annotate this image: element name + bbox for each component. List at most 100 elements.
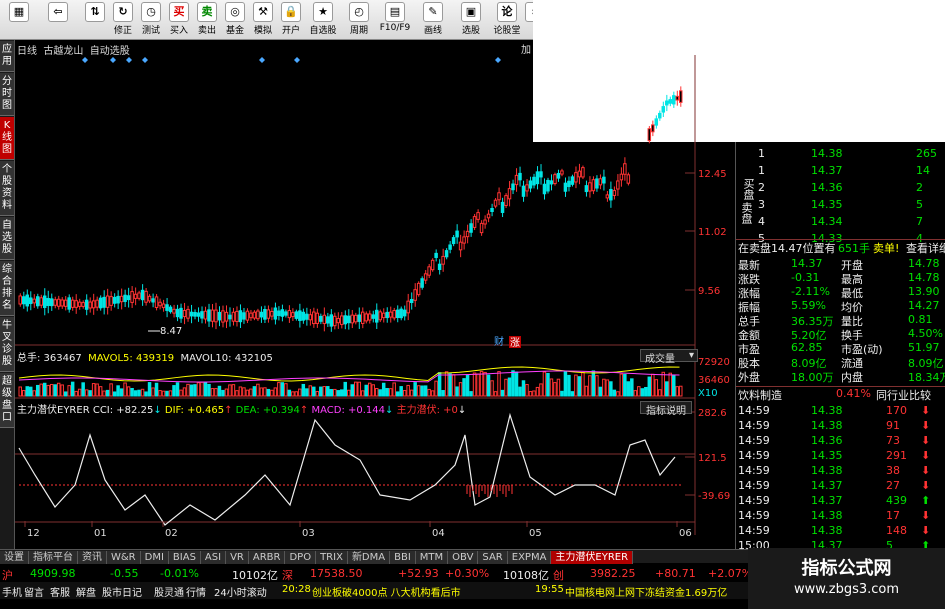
indicator-tab-15[interactable]: SAR [478,551,508,564]
sidebar-tab-5[interactable]: 综合排名 [0,261,14,316]
toolbar-button-13[interactable]: ✎ 画线 [416,2,450,38]
volume-bar [322,386,327,397]
toolbar-button-1[interactable]: ⇦ [45,2,71,38]
price-tick-label: 9.56 [698,286,720,297]
status-item-2[interactable]: 客服 [50,584,70,599]
volume-bar [388,388,393,397]
k-line-chart[interactable]: 12.45 11.02 9.56 8.47 财 涨 72920 36460 X10 282.6 12… [15,55,735,549]
candle-body [238,310,243,323]
indicator-help-button[interactable]: 指标说明 [640,401,692,417]
toolbar-button-3[interactable]: ↻ 修正 [110,2,136,38]
sidebar-tab-1[interactable]: 分时图 [0,73,14,116]
indicator-tab-5[interactable]: BIAS [168,551,201,564]
event-marker-icon[interactable] [126,57,132,63]
indicator-name: 主力潜伏EYRER [17,405,90,416]
toolbar-button-10[interactable]: ★ 自选股 [306,2,340,38]
candle-body [140,289,145,301]
ask-price: 14.38 [811,147,843,160]
indicator-tab-4[interactable]: DMI [140,551,169,564]
sell-order-link[interactable]: 卖单! [873,240,899,256]
volume-bar [294,391,299,397]
sidebar-tab-0[interactable]: 应用 [0,41,14,72]
toolbar-button-5[interactable]: 买买入 [166,2,192,38]
indicator-tab-2[interactable]: 资讯 [78,551,107,564]
volume-bar [228,384,232,397]
indicator-tab-8[interactable]: ARBR [248,551,286,564]
status-item-0[interactable]: 手机 [2,584,22,599]
volume-bar [130,387,134,397]
toolbar-button-4[interactable]: ◷ 测试 [138,2,164,38]
indicator-tab-17[interactable]: 主力潜伏EYRER [551,551,634,564]
indicator-tab-13[interactable]: MTM [415,551,449,564]
event-marker-icon[interactable] [110,57,116,63]
event-marker-icon[interactable] [259,57,265,63]
volume-bar [200,381,204,397]
status-item-1[interactable]: 留言 [24,584,44,599]
volume-bar [109,383,113,397]
toolbar-button-8[interactable]: ⚒ 模拟 [250,2,276,38]
stat-value: 14.78 [908,257,940,270]
add-button[interactable]: 加 [521,41,533,56]
indicator-tab-10[interactable]: TRIX [316,551,348,564]
toolbar-button-11[interactable]: ◴ 周期 [342,2,376,38]
candle-body [333,315,337,327]
sidebar-tab-2[interactable]: K线图 [0,117,14,160]
news1-headline[interactable]: 创业板破4000点 八大机构看后市 [312,584,461,599]
toolbar-button-6[interactable]: 卖卖出 [194,2,220,38]
indicator-tab-11[interactable]: 新DMA [347,551,391,564]
volume-bar [469,391,473,397]
candle-body [287,310,292,319]
toolbar-button-14[interactable]: ▣ 选股 [454,2,488,38]
event-marker-icon[interactable] [82,57,88,63]
status-item-3[interactable]: 解盘 [76,584,96,599]
status-item-4[interactable]: 股市日记 [102,584,142,599]
indicator-tab-1[interactable]: 指标平台 [29,551,78,564]
price-tick-label: 11.02 [698,227,727,238]
volume-indicator-dropdown[interactable]: 成交量 ▾ [640,349,698,365]
volume-bar [119,388,124,397]
sidebar-tab-7[interactable]: 超级盘口 [0,373,14,428]
sidebar-tab-3[interactable]: 个股资料 [0,161,14,216]
indicator-tab-16[interactable]: EXPMA [507,551,552,564]
sidebar-tab-4[interactable]: 自选股 [0,217,14,260]
volume-bar [535,386,540,397]
toolbar-button-9[interactable]: 🔒 开户 [278,2,304,38]
news2-headline[interactable]: 中国核电网上网下冻结资金1.69万亿 [565,584,727,599]
indicator-tab-9[interactable]: DPO [285,551,317,564]
status-item-7[interactable]: 24小时滚动 [214,584,267,599]
toolbar-button-2[interactable]: ⇅ [82,2,108,38]
toolbar-button-7[interactable]: ◎ 基金 [222,2,248,38]
indicator-tab-6[interactable]: ASI [200,551,227,564]
volume-bar [186,383,190,397]
volume-bar [493,391,498,397]
volume-bar [395,391,400,397]
event-marker-icon[interactable] [142,57,148,63]
toolbar-button-0[interactable]: ▦ [6,2,32,38]
candle-body [427,266,431,276]
status-item-5[interactable]: 股灵通 [154,584,184,599]
event-marker-icon[interactable] [495,57,501,63]
toolbar-button-12[interactable]: ▤ F10/F9 [378,2,412,38]
indicator-tab-0[interactable]: 设置 [0,551,29,564]
candle-body [214,309,218,323]
candle-body [32,298,36,304]
candle-body [416,282,421,296]
clock-icon: ◷ [141,2,161,22]
status-item-6[interactable]: 行情 [186,584,206,599]
event-marker-icon[interactable] [294,57,300,63]
industry-compare-link[interactable]: 同行业比较 [876,387,931,403]
sector-name[interactable]: 饮料制造 [738,387,782,403]
finance-badge[interactable]: 财 [494,335,504,348]
rise-badge[interactable]: 涨 [510,337,520,349]
indicator-tab-7[interactable]: VR [226,551,249,564]
main-toolbar: ▦ ⇦ ⇅ ↻ 修正 ◷ 测试买买入卖卖出 ◎ 基金 ⚒ 模拟 🔒 开户 ★ 自选股 ◴ 周期 ▤ F10/F9 ✎ 画… [0,0,545,40]
bid-level: 2 [758,181,765,194]
indicator-tab-12[interactable]: BBI [390,551,416,564]
candle-body [423,273,428,281]
volume-bar [581,372,585,397]
sidebar-tab-6[interactable]: 牛叉诊股 [0,317,14,372]
indicator-tab-3[interactable]: W&R [107,551,141,564]
view-detail-link[interactable]: 查看详细 [906,240,945,256]
candle-body [612,190,617,196]
indicator-tab-14[interactable]: OBV [448,551,479,564]
